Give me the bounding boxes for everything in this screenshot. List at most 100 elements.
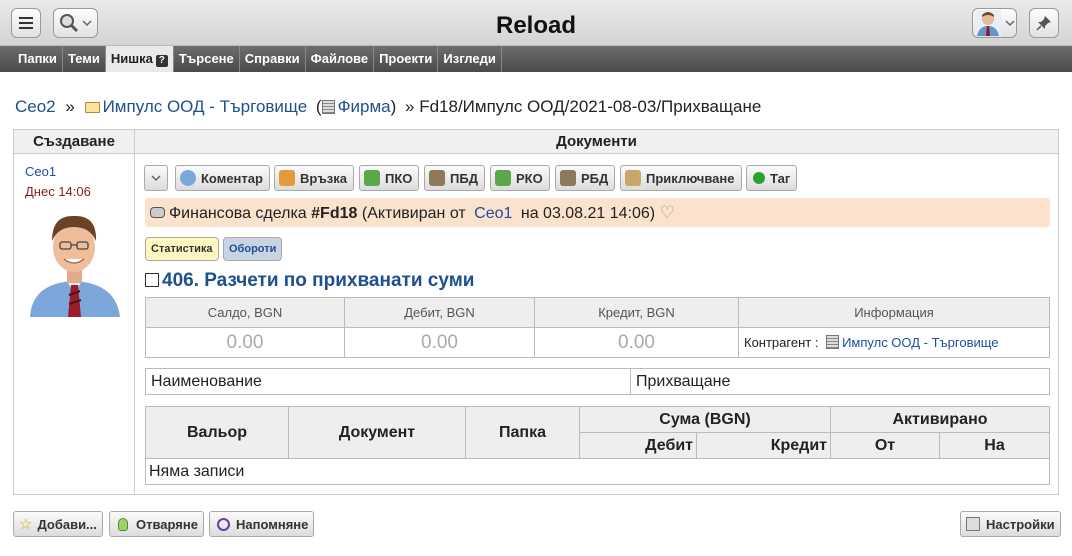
tab-statistics[interactable]: Статистика bbox=[145, 237, 219, 261]
heart-icon[interactable]: ♡ bbox=[660, 203, 675, 222]
valor-header: Вальор bbox=[145, 406, 289, 459]
star-icon: ☆ bbox=[19, 516, 33, 533]
search-icon bbox=[60, 14, 79, 33]
menu-item-thread[interactable]: Нишка? bbox=[105, 46, 174, 72]
cash-out-icon bbox=[495, 170, 511, 186]
info-cell: Контрагент : Импулс ООД - Търговище bbox=[738, 327, 1050, 358]
app-title: Reload bbox=[495, 12, 576, 39]
settings-icon bbox=[966, 517, 980, 531]
document-header: Документ bbox=[288, 406, 466, 459]
alarm-clock-icon bbox=[217, 517, 230, 531]
settings-button-label: Настройки bbox=[986, 516, 1055, 532]
rko-button-label: РКО bbox=[516, 170, 543, 186]
cash-in-icon bbox=[364, 170, 380, 186]
account-title-text: 406. Разчети по прихванати суми bbox=[162, 270, 475, 291]
deal-user-link[interactable]: Ceo1 bbox=[474, 205, 512, 222]
breadcrumb-firm-link[interactable]: Фирма bbox=[338, 97, 391, 116]
hamburger-menu-button[interactable] bbox=[11, 8, 41, 38]
debit-value: 0.00 bbox=[344, 327, 535, 358]
tab-turnover[interactable]: Обороти bbox=[223, 237, 283, 261]
link-button[interactable]: Връзка bbox=[274, 165, 355, 191]
deal-status-bar: Финансова сделка #Fd18 (Активиран от Ceo… bbox=[145, 198, 1050, 227]
chevron-down-icon bbox=[82, 20, 92, 27]
breadcrumb-folder-link[interactable]: Импулс ООД - Търговище bbox=[103, 97, 308, 116]
account-title: 406. Разчети по прихванати суми bbox=[145, 270, 474, 292]
add-button[interactable]: ☆ Добави... bbox=[13, 511, 103, 537]
settings-button[interactable]: Настройки bbox=[960, 511, 1061, 537]
contractor-link[interactable]: Импулс ООД - Търговище bbox=[842, 335, 998, 350]
menu-item-files[interactable]: Файлове bbox=[306, 46, 375, 72]
open-button[interactable]: Отваряне bbox=[109, 511, 204, 537]
open-button-label: Отваряне bbox=[136, 516, 198, 532]
documents-column-header: Документи bbox=[135, 130, 1058, 154]
pin-icon bbox=[1036, 16, 1051, 31]
menu-item-projects[interactable]: Проекти bbox=[374, 46, 439, 72]
activated-header: Активирано bbox=[830, 406, 1050, 433]
bank-out-icon bbox=[560, 170, 576, 186]
breadcrumb-user-link[interactable]: Ceo2 bbox=[15, 97, 56, 116]
user-menu-button[interactable] bbox=[972, 8, 1017, 38]
deal-activated-label: (Активиран от bbox=[361, 205, 466, 222]
deal-number: #Fd18 bbox=[311, 205, 358, 222]
lock-icon bbox=[625, 170, 641, 186]
breadcrumb: Ceo2 » Импулс ООД - Търговище (Фирма) » … bbox=[15, 97, 761, 117]
pbd-button[interactable]: ПБД bbox=[424, 165, 485, 191]
summary-table: Салдо, BGN Дебит, BGN Кредит, BGN Информ… bbox=[145, 297, 1050, 358]
rbd-button[interactable]: РБД bbox=[555, 165, 616, 191]
search-dropdown-button[interactable] bbox=[53, 8, 98, 38]
comment-button-label: Коментар bbox=[201, 170, 263, 186]
to-subheader: На bbox=[939, 432, 1050, 459]
no-records-message: Няма записи bbox=[145, 458, 1050, 485]
user-avatar-icon bbox=[975, 10, 1001, 36]
pin-button[interactable] bbox=[1029, 8, 1059, 38]
close-period-button[interactable]: Приключване bbox=[620, 165, 742, 191]
account-icon bbox=[145, 273, 159, 287]
breadcrumb-separator: » bbox=[65, 97, 75, 116]
name-table: Наименование Прихващане bbox=[145, 368, 1050, 395]
pbd-button-label: ПБД bbox=[450, 170, 478, 186]
credit-value: 0.00 bbox=[534, 327, 739, 358]
contractor-label: Контрагент : bbox=[744, 335, 819, 350]
bank-in-icon bbox=[429, 170, 445, 186]
menu-item-folders[interactable]: Папки bbox=[13, 46, 63, 72]
link-button-label: Връзка bbox=[300, 170, 348, 186]
folder-icon bbox=[84, 102, 100, 113]
author-column: Ceo1 Днес 14:06 bbox=[14, 154, 135, 494]
folder-header: Папка bbox=[465, 406, 580, 459]
pko-button-label: ПКО bbox=[385, 170, 413, 186]
tag-dot-icon bbox=[753, 172, 765, 184]
more-actions-dropdown[interactable] bbox=[144, 165, 168, 191]
deal-activated-date: на 03.08.21 14:06) bbox=[520, 205, 656, 222]
chevron-down-icon bbox=[1005, 20, 1015, 27]
debit-subheader: Дебит bbox=[579, 432, 697, 459]
comment-icon bbox=[180, 170, 196, 186]
deal-type: Финансова сделка bbox=[169, 205, 307, 222]
link-icon bbox=[279, 170, 295, 186]
pko-button[interactable]: ПКО bbox=[359, 165, 420, 191]
saldo-value: 0.00 bbox=[145, 327, 345, 358]
thread-frame: Създаване Документи Ceo1 Днес 14:06 Коме… bbox=[13, 129, 1059, 495]
menu-item-reports[interactable]: Справки bbox=[240, 46, 306, 72]
remind-button[interactable]: Напомняне bbox=[209, 511, 315, 537]
add-button-label: Добави... bbox=[37, 516, 97, 532]
help-icon[interactable]: ? bbox=[155, 55, 168, 67]
credit-header: Кредит, BGN bbox=[534, 297, 739, 328]
menu-item-views[interactable]: Изгледи bbox=[438, 46, 502, 72]
saldo-header: Салдо, BGN bbox=[145, 297, 345, 328]
tag-button-label: Таг bbox=[770, 170, 791, 186]
info-header: Информация bbox=[738, 297, 1050, 328]
tag-button[interactable]: Таг bbox=[746, 165, 798, 191]
created-column-header: Създаване bbox=[14, 130, 135, 154]
bulb-icon bbox=[118, 517, 128, 531]
author-name[interactable]: Ceo1 bbox=[25, 164, 56, 179]
rbd-button-label: РБД bbox=[581, 170, 609, 186]
hamburger-icon bbox=[19, 17, 33, 29]
menu-item-topics[interactable]: Теми bbox=[63, 46, 106, 72]
rko-button[interactable]: РКО bbox=[490, 165, 550, 191]
menu-item-thread-label: Нишка bbox=[110, 51, 153, 66]
remind-button-label: Напомняне bbox=[236, 516, 309, 532]
top-bar: Reload bbox=[0, 0, 1072, 46]
from-subheader: От bbox=[830, 432, 940, 459]
comment-button[interactable]: Коментар bbox=[175, 165, 270, 191]
menu-item-search[interactable]: Търсене bbox=[174, 46, 240, 72]
